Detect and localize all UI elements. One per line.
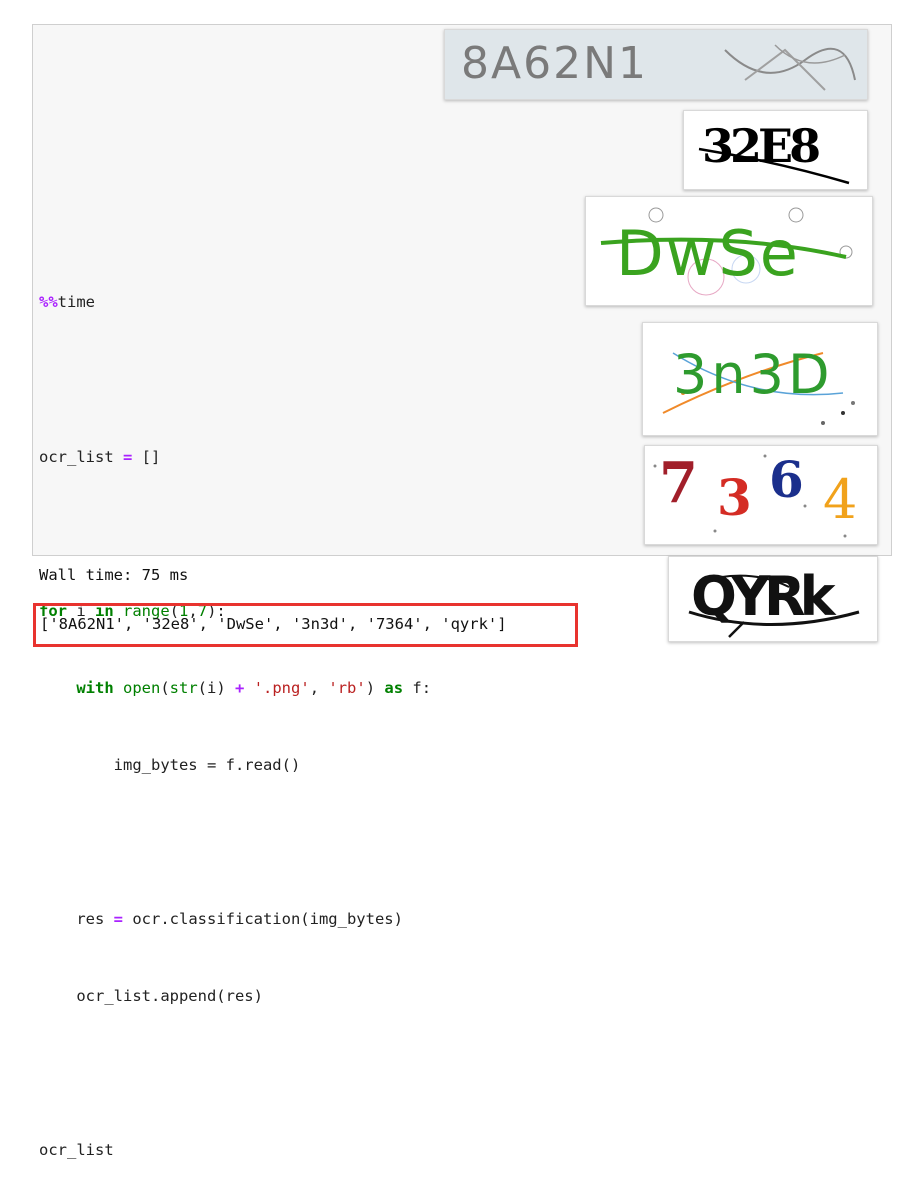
captcha-digit-1: 7 — [659, 450, 698, 516]
captcha-text: 8A62N1 — [461, 38, 648, 89]
code-line-classify: res = ocr.classification(img_bytes) — [39, 910, 403, 929]
captcha-image-3: DwSe — [585, 196, 873, 306]
code-line-assign: ocr_list = [] — [39, 447, 161, 466]
code-line-magic: %%time — [39, 290, 431, 316]
magic-command: time — [57, 293, 95, 312]
code-line-append: ocr_list.append(res) — [39, 987, 263, 1006]
code-editor[interactable]: %%time ocr_list = [] for i in range(1,7)… — [39, 239, 431, 1190]
captcha-digit-2: 3 — [717, 468, 752, 527]
output-wall-time: Wall time: 75 ms — [39, 566, 189, 584]
code-line-with: with open(str(i) + '.png', 'rb') as f: — [76, 678, 432, 697]
captcha-text: DwSe — [616, 217, 800, 290]
captcha-image-2: 32E8 — [683, 110, 868, 190]
output-result-list: ['8A62N1', '32e8', 'DwSe', '3n3d', '7364… — [40, 615, 507, 633]
captcha-image-4: 3n3D — [642, 322, 878, 436]
magic-prefix: %% — [39, 293, 58, 312]
captcha-image-6: QYRk — [668, 556, 878, 642]
captcha-text: QYRk — [691, 565, 835, 628]
captcha-digit-3: 6 — [769, 450, 804, 509]
captcha-image-1: 8A62N1 — [444, 29, 868, 100]
captcha-text: 3n3D — [673, 343, 834, 406]
captcha-digit-4: 4 — [823, 468, 858, 531]
captcha-text: 32E8 — [702, 119, 821, 173]
captcha-image-5: 7 3 6 4 — [644, 445, 878, 545]
code-line-output-var: ocr_list — [39, 1141, 114, 1160]
code-line-read: img_bytes = f.read() — [39, 755, 301, 774]
